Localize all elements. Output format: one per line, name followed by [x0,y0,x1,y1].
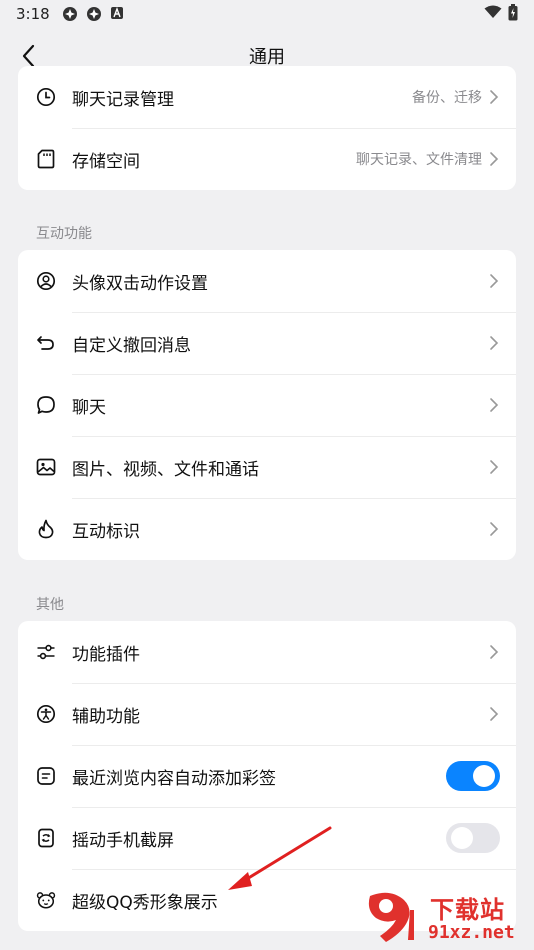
toggle-knob [451,827,473,849]
status-bar: 3:18 [0,0,534,28]
row-label: 图片、视频、文件和通话 [72,459,259,480]
row-label: 最近浏览内容自动添加彩签 [72,768,276,789]
interactive-card: 头像双击动作设置 自定义撤回消息 聊天 图片、视频、文件和通话 互动标识 [18,250,516,560]
section-title-interactive: 互动功能 [36,226,92,242]
auto-tag-row: 最近浏览内容自动添加彩签 [18,745,516,807]
chevron-right-icon [490,645,499,659]
chevron-right-icon [490,336,499,350]
row-label: 摇动手机截屏 [72,830,174,851]
row-label: 互动标识 [72,521,140,542]
row-label: 聊天记录管理 [72,89,174,110]
chevron-right-icon [490,522,499,536]
row-value: 备份、迁移 [412,90,482,106]
interaction-badge-row[interactable]: 互动标识 [18,498,516,560]
undo-icon [36,333,56,353]
row-label: 聊天 [72,397,106,418]
row-label: 头像双击动作设置 [72,273,208,294]
battery-icon [508,3,518,25]
avatar-icon [36,271,56,291]
sliders-icon [36,642,56,662]
watermark-logo-icon [368,892,414,942]
chevron-left-icon [22,44,35,68]
chevron-right-icon [490,274,499,288]
flame-icon [36,519,56,539]
status-time: 3:18 [16,5,50,23]
plugins-row[interactable]: 功能插件 [18,621,516,683]
chat-history-row[interactable]: 聊天记录管理 备份、迁移 [18,66,516,128]
chat-row[interactable]: 聊天 [18,374,516,436]
chevron-right-icon [490,398,499,412]
chevron-right-icon [490,90,499,104]
tag-icon [36,766,56,786]
chevron-right-icon [490,460,499,474]
watermark: 下载站 91xz.net [356,884,532,948]
watermark-text: 下载站 [430,896,505,924]
chat-bubble-icon [36,395,56,415]
media-files-calls-row[interactable]: 图片、视频、文件和通话 [18,436,516,498]
custom-recall-row[interactable]: 自定义撤回消息 [18,312,516,374]
toggle-knob [473,765,495,787]
image-icon [36,457,56,477]
app-notification-icon [110,6,126,22]
row-label: 辅助功能 [72,706,140,727]
wifi-icon [484,5,502,23]
storage-row[interactable]: 存储空间 聊天记录、文件清理 [18,128,516,190]
chevron-right-icon [490,152,499,166]
row-value: 聊天记录、文件清理 [356,152,482,168]
chevron-right-icon [490,707,499,721]
row-label: 自定义撤回消息 [72,335,191,356]
bear-face-icon [36,890,56,910]
row-label: 功能插件 [72,644,140,665]
watermark-url: 91xz.net [428,922,515,943]
accessibility-icon [36,704,56,724]
storage-card: 聊天记录管理 备份、迁移 存储空间 聊天记录、文件清理 [18,66,516,190]
shake-screenshot-toggle[interactable] [446,823,500,853]
row-label: 存储空间 [72,151,140,172]
clock-icon [36,87,56,107]
auto-tag-toggle[interactable] [446,761,500,791]
shake-phone-icon [36,828,56,848]
row-label: 超级QQ秀形象展示 [72,892,218,913]
avatar-double-tap-row[interactable]: 头像双击动作设置 [18,250,516,312]
shake-screenshot-row: 摇动手机截屏 [18,807,516,869]
section-title-other: 其他 [36,597,64,613]
accessibility-row[interactable]: 辅助功能 [18,683,516,745]
app-notification-icon [86,6,102,22]
sd-card-icon [36,149,56,169]
app-notification-icon [62,6,78,22]
